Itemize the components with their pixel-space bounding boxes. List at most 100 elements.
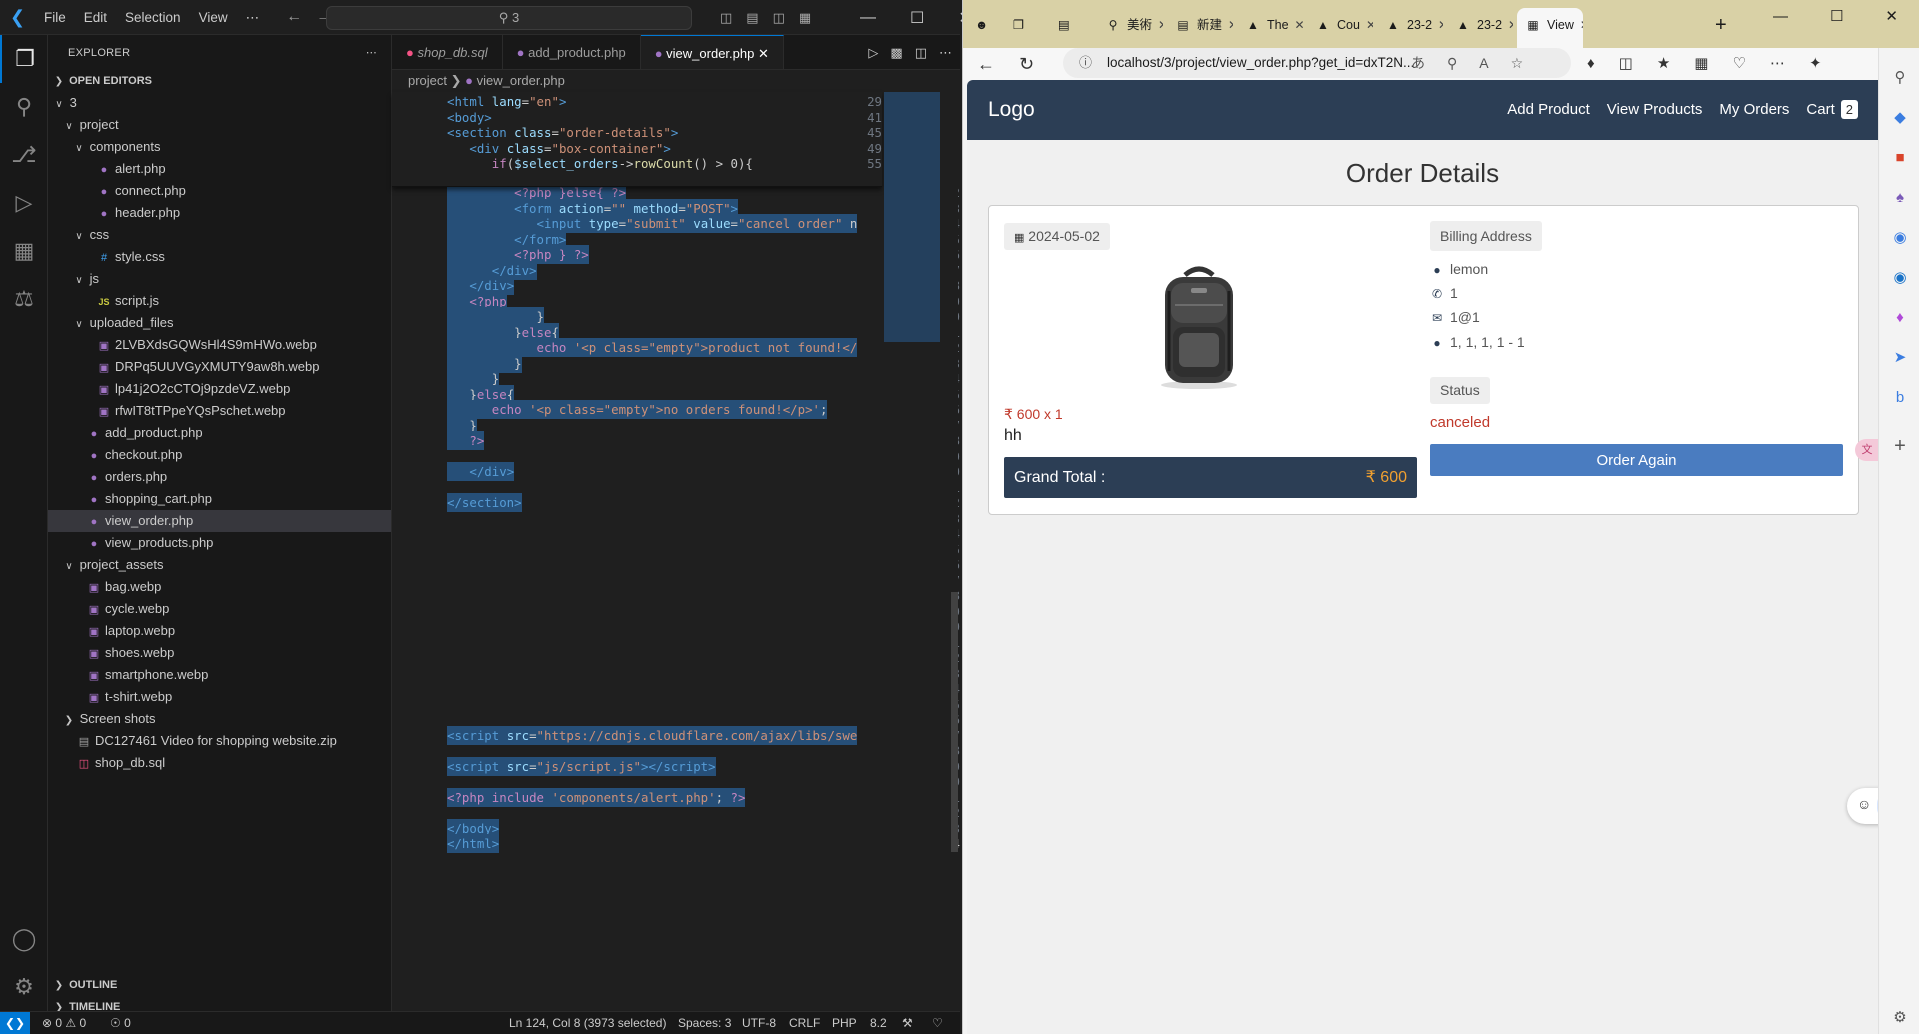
floating-assistant-widget[interactable]: ☺ ▮ — [1847, 788, 1878, 824]
tree-file[interactable]: ● add_product.php — [48, 422, 391, 444]
tab-actions-icon[interactable]: ▤ — [1058, 9, 1070, 41]
tree-folder[interactable]: ∨ project_assets — [48, 554, 391, 576]
run-icon[interactable]: ▷ — [868, 35, 878, 70]
profile-avatar-icon[interactable]: ☻ — [975, 9, 988, 41]
close-tab-icon[interactable]: ✕ — [1580, 18, 1583, 32]
browser-tab[interactable]: ⚲ 美術 ✕ — [1097, 9, 1163, 41]
tree-file[interactable]: ◫ shop_db.sql — [48, 752, 391, 774]
open-preview-icon[interactable]: ▩ — [890, 35, 902, 70]
problems-indicator[interactable]: ⊗ 0 ⚠ 0 — [42, 1012, 86, 1034]
menu-selection[interactable]: Selection — [116, 0, 190, 35]
explorer-icon[interactable]: ❐ — [0, 35, 48, 83]
tree-file[interactable]: ● header.php — [48, 202, 391, 224]
minimize-icon[interactable]: — — [1773, 8, 1788, 25]
tree-file[interactable]: ▣ bag.webp — [48, 576, 391, 598]
tree-folder[interactable]: ❯ OPEN EDITORS — [48, 70, 391, 92]
explorer-more-icon[interactable]: ⋯ — [366, 46, 377, 59]
manage-gear-icon[interactable]: ⚙ — [0, 963, 48, 1011]
designer-icon[interactable]: ♦ — [1890, 308, 1910, 328]
extensions-icon[interactable]: ▦ — [0, 227, 48, 275]
sidebar-settings-gear-icon[interactable]: ⚙ — [1890, 1008, 1910, 1028]
sticky-scroll[interactable]: 29 <html lang="en"> 41 <body> 45 <section cla… — [392, 92, 882, 187]
tree-file[interactable]: ● connect.php — [48, 180, 391, 202]
toggle-sidebar-icon[interactable]: ◫ — [720, 10, 732, 26]
send-icon[interactable]: ➤ — [1890, 348, 1910, 368]
close-tab-icon[interactable]: ✕ — [1366, 18, 1373, 32]
tree-file[interactable]: JS script.js — [48, 290, 391, 312]
back-arrow-icon[interactable]: ← — [286, 8, 302, 26]
maximize-icon[interactable]: ☐ — [1830, 7, 1843, 25]
tree-file[interactable]: ● checkout.php — [48, 444, 391, 466]
editor-scrollbar[interactable] — [948, 92, 958, 1011]
outlook-icon[interactable]: ◉ — [1890, 268, 1910, 288]
close-tab-icon[interactable]: ✕ — [1438, 18, 1443, 32]
tree-file[interactable]: ▣ t-shirt.webp — [48, 686, 391, 708]
php-version[interactable]: 8.2 — [870, 1012, 887, 1034]
minimize-icon[interactable]: — — [860, 9, 876, 27]
copilot-sidebar-icon[interactable]: ◉ — [1890, 228, 1910, 248]
tab-add-product[interactable]: ● add_product.php — [503, 35, 641, 69]
menu-view[interactable]: View — [190, 0, 237, 35]
games-icon[interactable]: ♠ — [1890, 188, 1910, 208]
browser-tab[interactable]: ▲ 23-2 ✕ — [1447, 9, 1513, 41]
tree-folder[interactable]: ∨ css — [48, 224, 391, 246]
testing-icon[interactable]: ⚖ — [0, 275, 48, 323]
translate-float-icon[interactable]: 文 — [1855, 439, 1878, 461]
back-arrow-icon[interactable]: ← — [977, 48, 995, 80]
close-tab-icon[interactable]: ✕ — [1295, 18, 1303, 32]
tree-folder[interactable]: ∨ project — [48, 114, 391, 136]
close-tab-icon[interactable]: ✕ — [758, 46, 769, 61]
notifications-bell-icon[interactable]: ♡ — [932, 1012, 943, 1034]
line-endings[interactable]: CRLF — [789, 1012, 820, 1034]
browser-tab[interactable]: ▦ View ✕ — [1517, 8, 1583, 48]
tree-folder[interactable]: ∨ uploaded_files — [48, 312, 391, 334]
tree-file[interactable]: ● shopping_cart.php — [48, 488, 391, 510]
browser-tab[interactable]: ▲ Cou ✕ — [1307, 9, 1373, 41]
new-tab-icon[interactable]: + — [1715, 9, 1727, 41]
zoom-icon[interactable]: ⚲ — [1447, 48, 1457, 78]
collections-icon[interactable]: ▦ — [1694, 48, 1708, 80]
menu-file[interactable]: File — [35, 0, 75, 35]
accounts-icon[interactable]: ◯ — [0, 915, 48, 963]
run-debug-icon[interactable]: ▷ — [0, 179, 48, 227]
close-window-icon[interactable]: ✕ — [1885, 7, 1898, 25]
encoding[interactable]: UTF-8 — [742, 1012, 776, 1034]
tree-file[interactable]: ▣ laptop.webp — [48, 620, 391, 642]
refresh-icon[interactable]: ↻ — [1019, 48, 1034, 80]
tree-file[interactable]: ▣ DRPq5UUVGyXMUTY9aw8h.webp — [48, 356, 391, 378]
split-editor-icon[interactable]: ◫ — [915, 35, 927, 70]
toggle-secondary-sidebar-icon[interactable]: ◫ — [773, 10, 785, 26]
cursor-position[interactable]: Ln 124, Col 8 (3973 selected) — [509, 1012, 666, 1034]
tree-folder[interactable]: ∨ 3 — [48, 92, 391, 114]
shopping-tag-icon[interactable]: ◆ — [1890, 108, 1910, 128]
command-center-search[interactable]: ⚲ 3 — [326, 6, 692, 30]
menu-more[interactable]: ⋯ — [237, 0, 269, 35]
tree-file[interactable]: ● alert.php — [48, 158, 391, 180]
nav-add-product[interactable]: Add Product — [1507, 80, 1590, 140]
site-logo[interactable]: Logo — [988, 80, 1035, 140]
site-info-icon[interactable]: ⓘ — [1079, 48, 1092, 78]
tools-icon[interactable]: ⚒ — [902, 1012, 913, 1034]
indentation[interactable]: Spaces: 3 — [678, 1012, 731, 1034]
tree-file[interactable]: ▣ shoes.webp — [48, 642, 391, 664]
ports-indicator[interactable]: ☉ 0 — [110, 1012, 131, 1034]
browser-tab[interactable]: ▤ 新建 ✕ — [1167, 9, 1233, 41]
tree-file[interactable]: ▣ cycle.webp — [48, 598, 391, 620]
minimap[interactable] — [884, 92, 948, 1011]
tree-file[interactable]: ▣ lp41j2O2cCTOj9pzdeVZ.webp — [48, 378, 391, 400]
nav-view-products[interactable]: View Products — [1607, 80, 1703, 140]
browser-essentials-icon[interactable]: ♡ — [1732, 48, 1745, 80]
tab-shop-db-sql[interactable]: ● shop_db.sql — [392, 35, 503, 69]
translate-icon[interactable]: あ — [1411, 48, 1425, 78]
settings-more-icon[interactable]: ⋯ — [1770, 48, 1785, 80]
nav-my-orders[interactable]: My Orders — [1719, 80, 1789, 140]
favorites-icon[interactable]: ★ — [1657, 48, 1670, 80]
tree-file[interactable]: ▤ DC127461 Video for shopping website.zip — [48, 730, 391, 752]
order-again-button[interactable]: Order Again — [1430, 444, 1843, 476]
remote-indicator-icon[interactable]: ❮❯ — [0, 1012, 30, 1034]
search-icon[interactable]: ⚲ — [1890, 68, 1910, 88]
toggle-panel-icon[interactable]: ▤ — [746, 10, 758, 26]
search-view-icon[interactable]: ⚲ — [0, 83, 48, 131]
tab-view-order[interactable]: ● view_order.php ✕ — [640, 35, 784, 69]
tree-file[interactable]: # style.css — [48, 246, 391, 268]
